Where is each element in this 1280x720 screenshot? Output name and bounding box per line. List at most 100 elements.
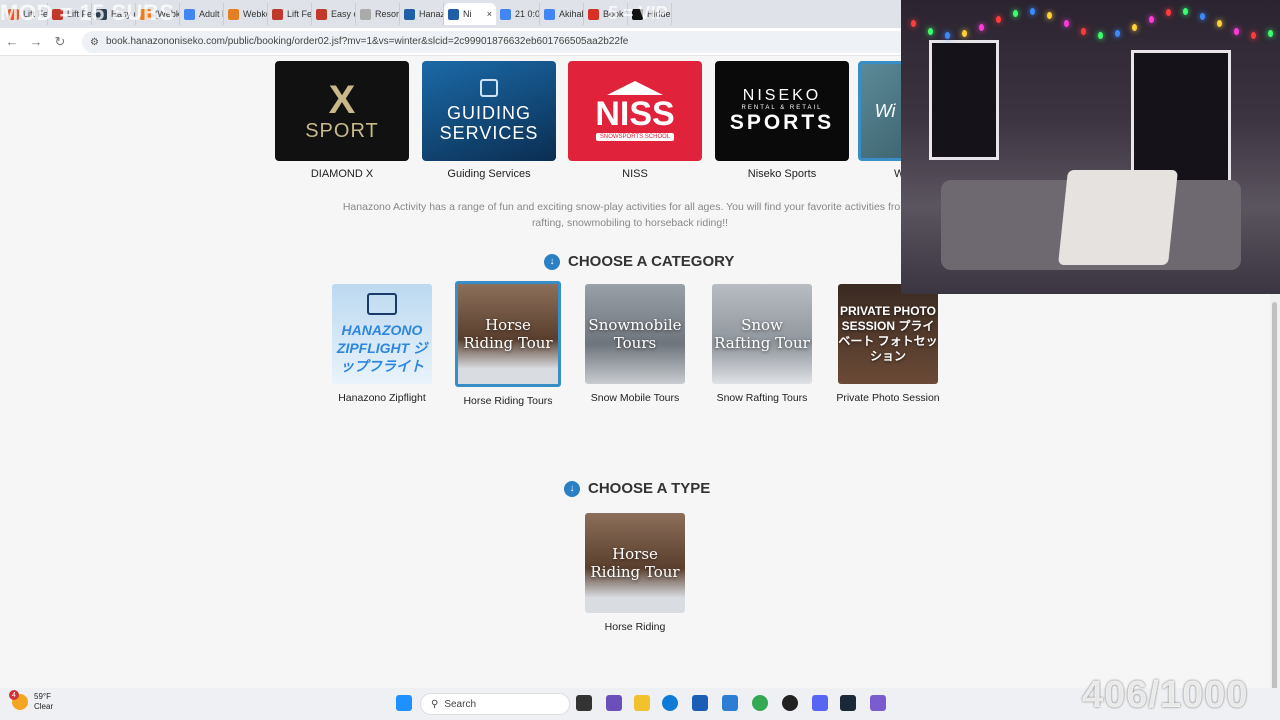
light-bulb — [945, 32, 950, 39]
browser-tab[interactable]: Hanazo — [400, 3, 444, 25]
vendor-niseko-sports[interactable]: NISEKO RENTAL & RETAIL SPORTS Niseko Spo… — [715, 61, 849, 180]
store-icon[interactable] — [692, 695, 708, 711]
obs-icon[interactable] — [782, 695, 798, 711]
horse-riding-thumb-text: Horse Riding Tour — [463, 316, 553, 352]
diamond-x-logo-text: SPORT — [305, 119, 379, 142]
light-bulb — [1132, 24, 1137, 31]
niseko-sports-logo: NISEKO RENTAL & RETAIL SPORTS — [715, 61, 849, 161]
tab-favicon-icon — [500, 8, 511, 20]
browser-tab[interactable]: 21 0:00 — [496, 3, 540, 25]
sun-icon: 4 — [9, 690, 28, 710]
snipping-tool-icon[interactable] — [870, 695, 886, 711]
category-label: Hanazono Zipflight — [338, 392, 426, 404]
weather-widget[interactable]: 4 59°F Clear — [9, 690, 53, 712]
outlook-icon[interactable] — [722, 695, 738, 711]
horse-riding-type-thumbnail: Horse Riding Tour — [585, 513, 685, 613]
niseko-logo-top: NISEKO — [742, 87, 822, 104]
browser-tab[interactable]: Hidden — [628, 3, 672, 25]
tab-favicon-icon — [632, 8, 643, 20]
light-bulb — [979, 24, 984, 31]
light-bulb — [911, 20, 916, 27]
niss-logo: NISS SNOWSPORTS SCHOOL — [568, 61, 702, 161]
vendor-guiding-services[interactable]: GUIDING SERVICES Guiding Services — [422, 61, 556, 180]
vendor-w[interactable]: Wi W — [858, 61, 901, 180]
light-bulb — [1081, 28, 1086, 35]
tab-title: Hanazo — [419, 9, 443, 19]
close-tab-icon[interactable]: × — [487, 9, 492, 19]
tab-favicon-icon — [448, 8, 459, 20]
browser-tab[interactable]: Webket — [224, 3, 268, 25]
file-explorer-icon[interactable] — [634, 695, 650, 711]
category-label: Snow Rafting Tours — [716, 392, 808, 404]
category-title-text: CHOOSE A CATEGORY — [568, 253, 735, 270]
type-title-text: CHOOSE A TYPE — [588, 480, 711, 497]
category-label: Private Photo Session — [836, 392, 940, 404]
light-bulb — [1064, 20, 1069, 27]
snow-rafting-thumb-text: Snow Rafting Tour — [714, 316, 810, 352]
reload-icon[interactable]: ↻ — [48, 30, 72, 54]
tab-favicon-icon — [316, 8, 327, 20]
tab-title: Book Th — [603, 9, 627, 19]
category-snow-rafting[interactable]: Snow Rafting Tour Snow Rafting Tours — [707, 284, 817, 404]
tab-title: Ni — [463, 9, 472, 19]
back-arrow-icon[interactable]: ← — [0, 30, 24, 54]
vendor-niss[interactable]: NISS SNOWSPORTS SCHOOL NISS — [568, 61, 702, 180]
category-snow-mobile[interactable]: Snowmobile Tours Snow Mobile Tours — [580, 284, 690, 404]
vendor-diamond-x[interactable]: X SPORT DIAMOND X — [275, 61, 409, 180]
tab-title: Easy or — [111, 9, 135, 19]
browser-tab[interactable]: Lift Fe — [4, 3, 48, 25]
forward-arrow-icon[interactable]: → — [24, 30, 48, 54]
webcam-overlay — [901, 0, 1280, 294]
stream-goal-counter: 406/1000 — [1082, 674, 1249, 716]
light-bulb — [1183, 8, 1188, 15]
category-section-title: ↓ CHOOSE A CATEGORY — [544, 253, 734, 270]
tab-favicon-icon — [184, 8, 195, 20]
tab-title: Resort — [375, 9, 400, 19]
browser-tab[interactable]: Easy or — [92, 3, 136, 25]
tab-title: Webket — [243, 9, 267, 19]
browser-tab[interactable]: Book Th — [584, 3, 628, 25]
site-info-icon[interactable]: ⚙ — [90, 37, 100, 48]
vendor-name: DIAMOND X — [310, 168, 374, 180]
discord-icon[interactable] — [812, 695, 828, 711]
edge-icon[interactable] — [662, 695, 678, 711]
browser-tab[interactable]: Adult Li — [180, 3, 224, 25]
chrome-icon[interactable] — [752, 695, 768, 711]
steam-icon[interactable] — [840, 695, 856, 711]
task-view-icon[interactable] — [576, 695, 592, 711]
mountain-icon — [607, 81, 663, 95]
vendor-w-logo-text: Wi — [874, 100, 896, 121]
light-bulb — [1013, 10, 1018, 17]
search-placeholder: Search — [444, 698, 477, 710]
vendor-name: Guiding Services — [447, 168, 531, 180]
browser-tab[interactable]: Lift Fe — [48, 3, 92, 25]
category-zipflight[interactable]: HANAZONO ZIPFLIGHT ジップフライト Hanazono Zipf… — [327, 284, 437, 404]
browser-tab[interactable]: Easy on — [312, 3, 356, 25]
windows-start-icon[interactable] — [396, 695, 412, 711]
tab-title: Easy on — [331, 9, 355, 19]
tab-title: [Webke — [155, 9, 180, 19]
diamond-x-logo-mark: X — [328, 77, 356, 122]
browser-tab[interactable]: Resort — [356, 3, 400, 25]
browser-tab[interactable]: [Webke — [136, 3, 180, 25]
type-horse-riding[interactable]: Horse Riding Tour Horse Riding — [580, 513, 690, 633]
category-private-photo[interactable]: PRIVATE PHOTO SESSION プライベート フォトセッション Pr… — [833, 284, 943, 404]
browser-tab[interactable]: Ni × — [444, 3, 496, 25]
weather-text: 59°F Clear — [34, 692, 53, 712]
browser-tab[interactable]: Lift Fee — [268, 3, 312, 25]
browser-tab[interactable]: Akihab — [540, 3, 584, 25]
taskbar-search[interactable]: ⚲ Search — [420, 693, 570, 715]
niss-logo-subtext: SNOWSPORTS SCHOOL — [595, 133, 675, 141]
light-bulb — [1047, 12, 1052, 19]
category-horse-riding[interactable]: Horse Riding Tour Horse Riding Tours — [453, 281, 563, 407]
vendor-name: Niseko Sports — [747, 168, 817, 180]
copilot-icon[interactable] — [606, 695, 622, 711]
light-bulb — [962, 30, 967, 37]
light-bulb — [1251, 32, 1256, 39]
tab-title: Adult Li — [199, 9, 223, 19]
snow-mobile-thumbnail: Snowmobile Tours — [585, 284, 685, 384]
guiding-logo-top: GUIDING — [446, 103, 531, 123]
tab-title: Hidden — [647, 9, 671, 19]
scrollbar-thumb[interactable] — [1272, 302, 1277, 720]
horse-riding-type-thumb-text: Horse Riding Tour — [590, 545, 680, 581]
